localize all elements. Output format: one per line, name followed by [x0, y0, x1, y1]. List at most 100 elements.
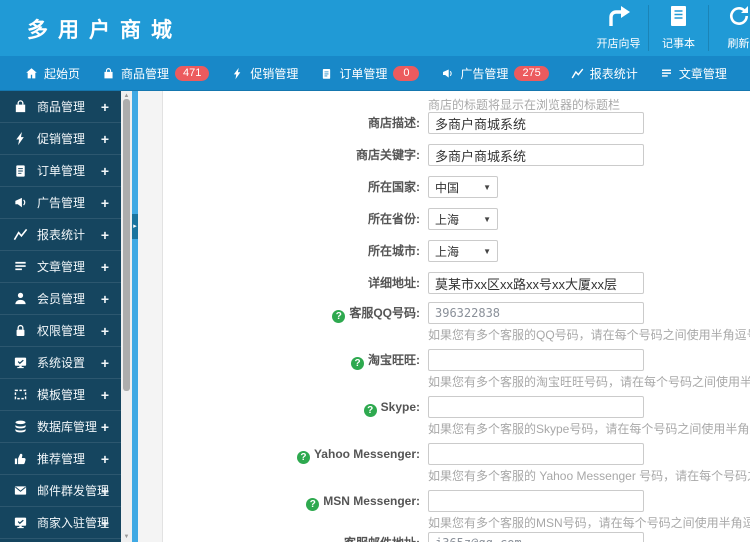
nav-item-goods[interactable]: 商品管理 471 — [91, 65, 220, 82]
sidebar-item-permissions[interactable]: 权限管理 + — [0, 315, 121, 347]
toolbar-label: 开店向导 — [596, 38, 641, 50]
skype-label: ? Skype: — [138, 396, 420, 418]
country-select[interactable]: 中国 ▼ — [428, 176, 498, 198]
refresh-button[interactable]: 刷新 — [709, 0, 750, 56]
nav-label: 文章管理 — [678, 66, 727, 81]
province-select[interactable]: 上海 ▼ — [428, 208, 498, 230]
city-value: 上海 — [435, 244, 460, 259]
expand-plus-icon[interactable]: + — [101, 227, 109, 243]
service-email-input[interactable] — [428, 532, 644, 542]
nav-item-ads[interactable]: 广告管理 275 — [430, 65, 559, 82]
expand-plus-icon[interactable]: + — [101, 451, 109, 467]
expand-plus-icon[interactable]: + — [101, 419, 109, 435]
nav-item-orders[interactable]: 订单管理 0 — [309, 65, 430, 82]
scroll-down-icon[interactable]: ▼ — [121, 532, 132, 542]
monitor-check-icon — [14, 517, 27, 529]
sidebar-item-orders[interactable]: 订单管理 + — [0, 155, 121, 187]
expand-plus-icon[interactable]: + — [101, 387, 109, 403]
main-nav: 起始页 商品管理 471 促销管理 订单管理 0 广告管理 275 报表统计 文… — [0, 56, 750, 91]
sidebar-item-goods[interactable]: 商品管理 + — [0, 91, 121, 123]
caret-down-icon: ▼ — [483, 182, 491, 192]
expand-plus-icon[interactable]: + — [101, 195, 109, 211]
country-label: 所在国家: — [368, 180, 420, 194]
sidebar-item-articles[interactable]: 文章管理 + — [0, 251, 121, 283]
lightning-icon — [234, 67, 241, 79]
dashed-box-icon — [14, 389, 27, 400]
nav-item-members[interactable]: 会员管理 — [738, 65, 750, 82]
help-icon[interactable]: ? — [351, 357, 364, 370]
shop-description-input[interactable] — [428, 112, 644, 134]
notepad-button[interactable]: 记事本 — [649, 0, 708, 56]
thumbs-up-icon — [14, 453, 26, 465]
taobao-wangwang-input[interactable] — [428, 349, 644, 371]
expand-plus-icon[interactable]: + — [101, 291, 109, 307]
sidebar-label: 系统设置 — [37, 356, 86, 370]
expand-plus-icon[interactable]: + — [101, 131, 109, 147]
country-value: 中国 — [435, 180, 460, 195]
shop-title-hint: 商店的标题将显示在浏览器的标题栏 — [428, 98, 621, 112]
qq-input[interactable] — [428, 302, 644, 324]
list-icon — [661, 69, 671, 77]
expand-plus-icon[interactable]: + — [101, 483, 109, 499]
shopping-bag-icon — [15, 100, 26, 113]
open-shop-wizard-button[interactable]: 开店向导 — [589, 0, 648, 56]
app-title: 多用户商城 — [27, 19, 182, 42]
nav-label: 报表统计 — [589, 66, 638, 81]
sidebar-label: 权限管理 — [37, 324, 86, 338]
expand-plus-icon[interactable]: + — [101, 323, 109, 339]
toolbar-label: 记事本 — [662, 38, 695, 50]
clipboard-icon — [16, 165, 25, 177]
sidebar-item-merchant-entry[interactable]: 商家入驻管理 + — [0, 507, 121, 539]
address-input[interactable] — [428, 272, 644, 294]
sidebar-item-ads[interactable]: 广告管理 + — [0, 187, 121, 219]
nav-item-reports[interactable]: 报表统计 — [560, 65, 649, 82]
help-icon[interactable]: ? — [306, 498, 320, 511]
sidebar-scrollbar[interactable]: ▲ ▼ — [121, 91, 132, 542]
sidebar-item-reports[interactable]: 报表统计 + — [0, 219, 121, 251]
msn-messenger-input[interactable] — [428, 490, 644, 512]
shop-keywords-input[interactable] — [428, 144, 644, 166]
sidebar-item-templates[interactable]: 模板管理 + — [0, 379, 121, 411]
home-icon — [26, 67, 37, 78]
sidebar-item-members[interactable]: 会员管理 + — [0, 283, 121, 315]
yahoo-messenger-label: ? Yahoo Messenger: — [138, 443, 420, 465]
scrollbar-thumb[interactable] — [123, 99, 130, 391]
expand-plus-icon[interactable]: + — [101, 259, 109, 275]
taobao-wangwang-hint: 如果您有多个客服的淘宝旺旺号码，请在每个号码之间使用半角逗号（,）分隔。 — [428, 375, 750, 389]
header-toolbar: 开店向导 记事本 刷新 — [589, 0, 750, 56]
sidebar-item-promotion[interactable]: 促销管理 + — [0, 123, 121, 155]
sidebar-label: 邮件群发管理 — [37, 484, 110, 498]
province-value: 上海 — [435, 212, 460, 227]
sidebar-label: 推荐管理 — [37, 452, 86, 466]
help-icon[interactable]: ? — [296, 451, 310, 464]
sidebar-item-mail-bulk[interactable]: 邮件群发管理 + — [0, 475, 121, 507]
nav-item-promotion[interactable]: 促销管理 — [220, 65, 309, 82]
expand-plus-icon[interactable]: + — [101, 355, 109, 371]
nav-item-articles[interactable]: 文章管理 — [649, 65, 738, 82]
sidebar-item-system-settings[interactable]: 系统设置 + — [0, 347, 121, 379]
database-icon — [15, 420, 26, 433]
caret-down-icon: ▼ — [483, 246, 491, 256]
nav-label: 促销管理 — [250, 66, 299, 81]
service-email-label: 客服邮件地址: — [138, 532, 420, 542]
msn-messenger-label: ? MSN Messenger: — [138, 490, 420, 512]
city-select[interactable]: 上海 ▼ — [428, 240, 498, 262]
skype-input[interactable] — [428, 396, 644, 418]
help-icon[interactable]: ? — [363, 404, 377, 417]
nav-item-home[interactable]: 起始页 — [14, 65, 91, 82]
city-label: 所在城市: — [368, 244, 420, 258]
sidebar-menu: 商品管理 + 促销管理 + 订单管理 + 广告管理 + 报表统计 + 文章管理 … — [0, 91, 121, 542]
taobao-wangwang-label: ? 淘宝旺旺: — [138, 349, 420, 371]
yahoo-messenger-input[interactable] — [428, 443, 644, 465]
sidebar-label: 会员管理 — [37, 292, 86, 306]
lock-icon — [16, 324, 25, 336]
person-icon — [15, 292, 26, 305]
help-icon[interactable]: ? — [332, 310, 346, 323]
expand-plus-icon[interactable]: + — [101, 515, 109, 531]
sidebar-item-recommend[interactable]: 推荐管理 + — [0, 443, 121, 475]
ads-count-badge: 275 — [514, 65, 549, 81]
sidebar-label: 订单管理 — [37, 164, 86, 178]
expand-plus-icon[interactable]: + — [101, 99, 109, 115]
expand-plus-icon[interactable]: + — [101, 163, 109, 179]
sidebar-item-database[interactable]: 数据库管理 + — [0, 411, 121, 443]
